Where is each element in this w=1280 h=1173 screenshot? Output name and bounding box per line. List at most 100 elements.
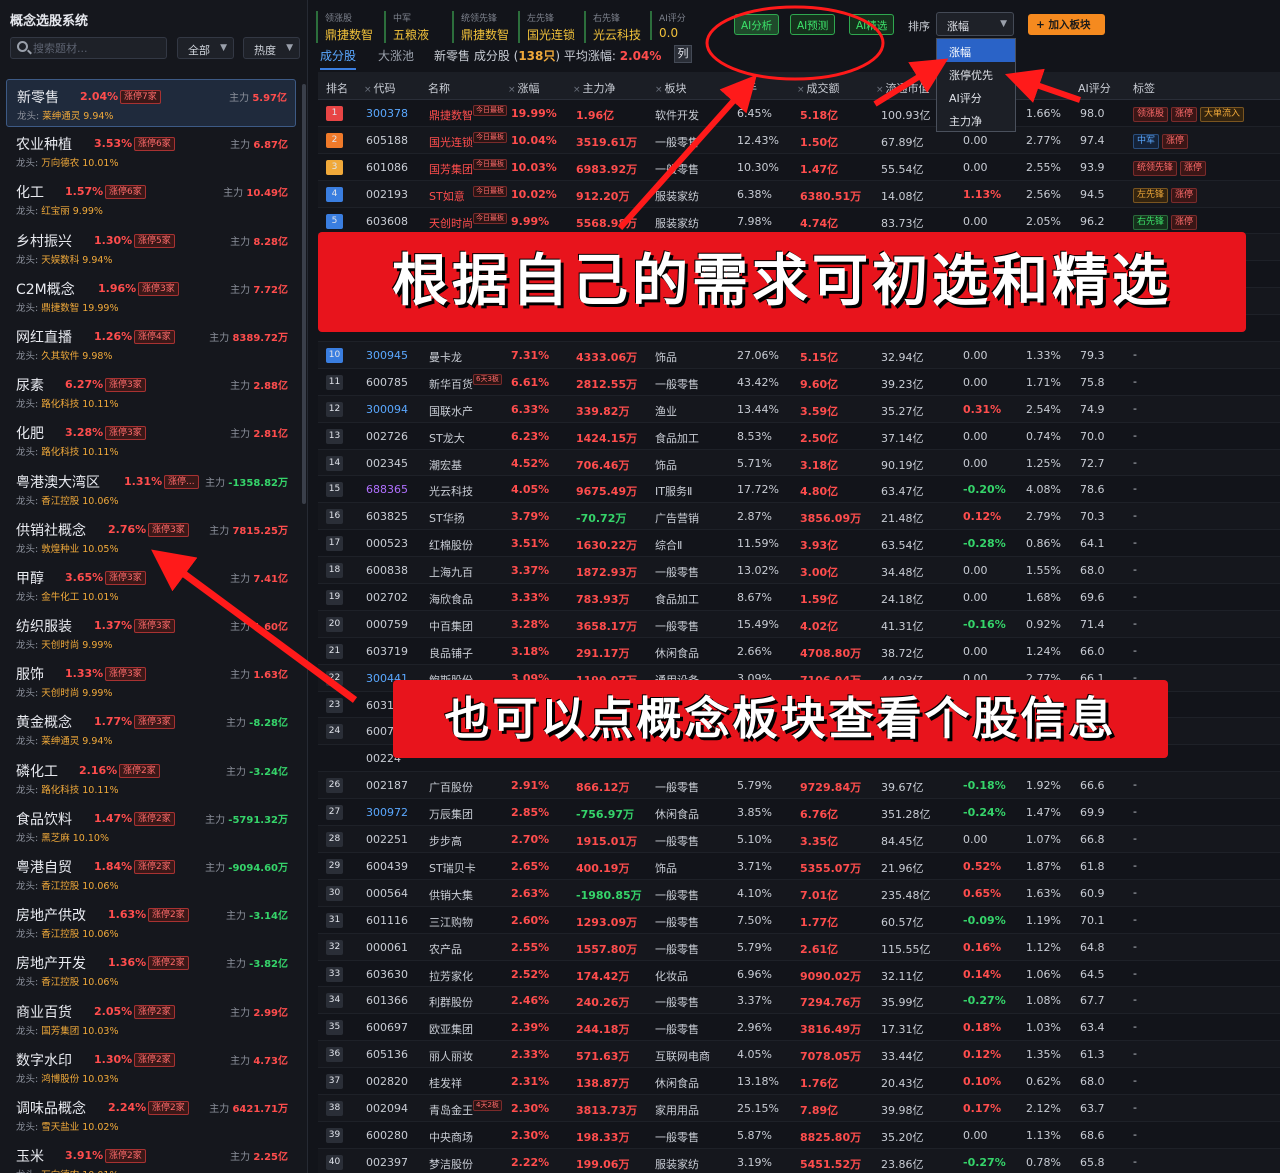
stock-code[interactable]: 603608 bbox=[366, 215, 408, 228]
ai-analysis-button[interactable]: AI分析 bbox=[734, 14, 780, 35]
table-row[interactable]: 38 002094 青岛金王 4天2板 2.30% 3813.73万 家用用品 25.15% 7… bbox=[318, 1094, 1280, 1122]
sidebar-scrollbar[interactable] bbox=[302, 84, 306, 504]
stock-name[interactable]: ST华扬 bbox=[429, 510, 465, 526]
concept-item[interactable]: 商业百货 2.05% 涨停2家 主力 2.99亿 龙头: 国芳集团 10.03% bbox=[6, 995, 296, 1043]
stock-name[interactable]: 桂发祥 bbox=[429, 1075, 462, 1091]
stock-code[interactable]: 002187 bbox=[366, 779, 408, 792]
table-row[interactable]: 32 000061 农产品 2.55% 1557.80万 一般零售 5.79% 2.61亿 11… bbox=[318, 933, 1280, 961]
table-row[interactable]: 37 002820 桂发祥 2.31% 138.87万 休闲食品 13.18% 1.76亿 20… bbox=[318, 1068, 1280, 1095]
concept-item[interactable]: 房地产开发 1.36% 涨停2家 主力 -3.82亿 龙头: 香江控股 10.06% bbox=[6, 946, 296, 994]
concept-item[interactable]: 新零售 2.04% 涨停7家 主力 5.97亿 龙头: 莱绅通灵 9.94% bbox=[6, 79, 296, 128]
stock-name[interactable]: 中百集团 bbox=[429, 618, 473, 634]
stock-name[interactable]: 三江购物 bbox=[429, 914, 473, 930]
stock-code[interactable]: 002345 bbox=[366, 457, 408, 470]
table-row[interactable]: 36 605136 丽人丽妆 2.33% 571.63万 互联网电商 4.05% 7078.0… bbox=[318, 1041, 1280, 1069]
stock-code[interactable]: 002726 bbox=[366, 430, 408, 443]
stock-code[interactable]: 600439 bbox=[366, 860, 408, 873]
concept-item[interactable]: 食品饮料 1.47% 涨停2家 主力 -5791.32万 龙头: 黑芝麻 10.10% bbox=[6, 802, 296, 850]
concept-item[interactable]: 网红直播 1.26% 涨停4家 主力 8389.72万 龙头: 久其软件 9.98% bbox=[6, 320, 296, 368]
concept-item[interactable]: 纺织服装 1.37% 涨停3家 主力 1.60亿 龙头: 天创时尚 9.99% bbox=[6, 609, 296, 657]
column-header[interactable]: × 代码 bbox=[364, 80, 396, 96]
stock-code[interactable]: 300378 bbox=[366, 107, 408, 120]
stock-name[interactable]: ST如意 今日最板 bbox=[429, 185, 507, 204]
stock-code[interactable]: 300972 bbox=[366, 806, 408, 819]
concept-search-box[interactable] bbox=[10, 37, 167, 59]
stock-code[interactable]: 600280 bbox=[366, 1129, 408, 1142]
stock-code[interactable]: 688365 bbox=[366, 483, 408, 496]
table-row[interactable]: 10 300945 曼卡龙 7.31% 4333.06万 饰品 27.06% 5.15亿 32.… bbox=[318, 342, 1280, 369]
table-row[interactable]: 4 002193 ST如意 今日最板 10.02% 912.20万 服装家纺 6.38% 638… bbox=[318, 180, 1280, 208]
sort-option-main-net[interactable]: 主力净 bbox=[937, 108, 1015, 131]
stock-code[interactable]: 605188 bbox=[366, 134, 408, 147]
concept-item[interactable]: 调味品概念 2.24% 涨停2家 主力 6421.71万 龙头: 雪天盐业 10.02% bbox=[6, 1091, 296, 1139]
column-header[interactable]: × 流通市值 bbox=[876, 80, 930, 96]
stock-name[interactable]: 拉芳家化 bbox=[429, 968, 473, 984]
concept-item[interactable]: 磷化工 2.16% 涨停2家 主力 -3.24亿 龙头: 路化科技 10.11% bbox=[6, 754, 296, 802]
stock-code[interactable]: 6031 bbox=[366, 699, 394, 712]
stock-code[interactable]: 300945 bbox=[366, 349, 408, 362]
column-header[interactable]: AI评分 bbox=[1078, 80, 1111, 96]
stock-name[interactable]: 光云科技 bbox=[429, 483, 473, 499]
stock-name[interactable]: 新华百货 6天3板 bbox=[429, 373, 502, 392]
stock-name[interactable]: 鼎捷数智 今日最板 bbox=[429, 105, 507, 123]
concept-item[interactable]: 黄金概念 1.77% 涨停3家 主力 -8.28亿 龙头: 莱绅通灵 9.94% bbox=[6, 705, 296, 753]
filter-hot-select[interactable]: 热度 ▼ bbox=[243, 37, 300, 59]
table-row[interactable]: 27 300972 万辰集团 2.85% -756.97万 休闲食品 3.85% 6.76亿 3… bbox=[318, 799, 1280, 827]
concept-item[interactable]: 房地产供改 1.63% 涨停2家 主力 -3.14亿 龙头: 香江控股 10.06% bbox=[6, 898, 296, 946]
table-row[interactable]: 3 601086 国芳集团 今日最板 10.03% 6983.92万 一般零售 10.30% 1… bbox=[318, 154, 1280, 181]
sort-select[interactable]: 涨幅 ▼ bbox=[936, 12, 1014, 36]
table-row[interactable]: 16 603825 ST华扬 3.79% -70.72万 广告营销 2.87% 3856.09… bbox=[318, 503, 1280, 531]
column-header[interactable]: 比 bbox=[1023, 80, 1034, 96]
column-header[interactable]: 换手 bbox=[735, 80, 757, 96]
stock-code[interactable]: 600697 bbox=[366, 1021, 408, 1034]
stock-code[interactable]: 002251 bbox=[366, 833, 408, 846]
table-row[interactable]: 34 601366 利群股份 2.46% 240.26万 一般零售 3.37% 7294.76… bbox=[318, 987, 1280, 1015]
stock-name[interactable]: ST龙大 bbox=[429, 430, 465, 446]
table-row[interactable]: 33 603630 拉芳家化 2.52% 174.42万 化妆品 6.96% 9090.02万… bbox=[318, 961, 1280, 988]
stock-code[interactable]: 002094 bbox=[366, 1102, 408, 1115]
concept-item[interactable]: 甲醇 3.65% 涨停3家 主力 7.41亿 龙头: 金牛化工 10.01% bbox=[6, 561, 296, 609]
table-row[interactable]: 19 002702 海欣食品 3.33% 783.93万 食品加工 8.67% 1.59亿 24… bbox=[318, 584, 1280, 611]
filter-all-select[interactable]: 全部 ▼ bbox=[177, 37, 234, 59]
concept-item[interactable]: 供销社概念 2.76% 涨停3家 主力 7815.25万 龙头: 敦煌种业 10.05% bbox=[6, 513, 296, 561]
table-row[interactable]: 12 300094 国联水产 6.33% 339.82万 渔业 13.44% 3.59亿 35.… bbox=[318, 395, 1280, 423]
sort-option-limitup-first[interactable]: 涨停优先 bbox=[937, 62, 1015, 85]
table-row[interactable]: 30 000564 供销大集 2.63% -1980.85万 一般零售 4.10% 7.01亿… bbox=[318, 879, 1280, 907]
concept-item[interactable]: 尿素 6.27% 涨停3家 主力 2.88亿 龙头: 路化科技 10.11% bbox=[6, 368, 296, 416]
table-row[interactable]: 15 688365 光云科技 4.05% 9675.49万 IT服务Ⅱ 17.72% 4.80… bbox=[318, 476, 1280, 504]
stock-name[interactable]: 梦洁股份 bbox=[429, 1156, 473, 1172]
column-header[interactable]: 标签 bbox=[1133, 80, 1155, 96]
stock-code[interactable]: 000061 bbox=[366, 941, 408, 954]
concept-item[interactable]: 玉米 3.91%涨停2家 主力 2.25亿龙头: 万向德农 10.01% bbox=[6, 1139, 296, 1173]
sort-option-change[interactable]: 涨幅 bbox=[937, 39, 1015, 62]
tab-constituents[interactable]: 成分股 bbox=[320, 47, 357, 70]
stock-name[interactable]: 青岛金王 4天2板 bbox=[429, 1099, 502, 1118]
concept-item[interactable]: 农业种植 3.53% 涨停6家 主力 6.87亿 龙头: 万向德农 10.01% bbox=[6, 127, 296, 175]
stock-code[interactable]: 600838 bbox=[366, 564, 408, 577]
stock-code[interactable]: 6007 bbox=[366, 725, 394, 738]
stock-code[interactable]: 605136 bbox=[366, 1048, 408, 1061]
table-row[interactable]: 1 300378 鼎捷数智 今日最板 19.99% 1.96亿 软件开发 6.45% 5.18亿… bbox=[318, 100, 1280, 127]
table-row[interactable]: 26 002187 广百股份 2.91% 866.12万 一般零售 5.79% 9729.84… bbox=[318, 772, 1280, 800]
column-header[interactable]: × 主力净 bbox=[573, 80, 616, 96]
stock-name[interactable]: ST瑞贝卡 bbox=[429, 860, 476, 876]
ai-select-button[interactable]: AI精选 bbox=[849, 14, 895, 35]
stock-code[interactable]: 300094 bbox=[366, 403, 408, 416]
stock-code[interactable]: 000564 bbox=[366, 887, 408, 900]
stock-code[interactable]: 603719 bbox=[366, 645, 408, 658]
stock-name[interactable]: 国光连锁 今日最板 bbox=[429, 131, 507, 150]
table-row[interactable]: 21 603719 良品铺子 3.18% 291.17万 休闲食品 2.66% 4708.80… bbox=[318, 638, 1280, 665]
table-row[interactable]: 31 601116 三江购物 2.60% 1293.09万 一般零售 7.50% 1.77亿 6… bbox=[318, 907, 1280, 934]
stock-code[interactable]: 601116 bbox=[366, 914, 408, 927]
stock-name[interactable]: 潮宏基 bbox=[429, 457, 462, 473]
table-row[interactable]: 14 002345 潮宏基 4.52% 706.46万 饰品 5.71% 3.18亿 90.19… bbox=[318, 449, 1280, 477]
stock-name[interactable]: 曼卡龙 bbox=[429, 349, 462, 365]
table-row[interactable]: 28 002251 步步高 2.70% 1915.01万 一般零售 5.10% 3.35亿 84… bbox=[318, 826, 1280, 853]
table-row[interactable]: 18 600838 上海九百 3.37% 1872.93万 一般零售 13.02% 3.00亿… bbox=[318, 557, 1280, 585]
concept-search-input[interactable] bbox=[33, 40, 163, 56]
column-header[interactable]: × 板块 bbox=[655, 80, 687, 96]
concept-item[interactable]: 化肥 3.28% 涨停3家 主力 2.81亿 龙头: 路化科技 10.11% bbox=[6, 416, 296, 464]
ai-predict-button[interactable]: AI预测 bbox=[790, 14, 836, 35]
table-row[interactable]: 39 600280 中央商场 2.30% 198.33万 一般零售 5.87% 8825.80… bbox=[318, 1122, 1280, 1149]
stock-name[interactable]: 海欣食品 bbox=[429, 591, 473, 607]
